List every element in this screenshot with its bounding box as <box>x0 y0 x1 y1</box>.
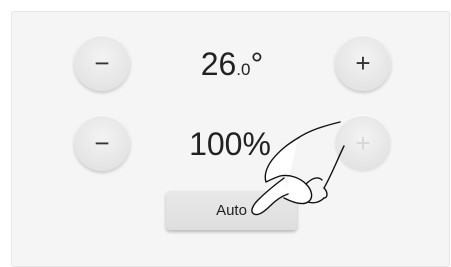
fan-increase-button[interactable]: + <box>335 115 391 171</box>
temperature-decimal: .0 <box>236 60 251 79</box>
temperature-unit: ° <box>250 46 264 82</box>
temperature-display: 26.0° <box>162 48 302 80</box>
temperature-increase-button[interactable]: + <box>335 35 391 91</box>
temperature-decrease-button[interactable]: − <box>74 35 130 91</box>
fan-speed-value: 100% <box>189 126 271 162</box>
auto-mode-button[interactable]: Auto <box>166 191 297 230</box>
fan-decrease-button[interactable]: − <box>74 115 130 171</box>
temperature-value: 26 <box>200 46 237 82</box>
